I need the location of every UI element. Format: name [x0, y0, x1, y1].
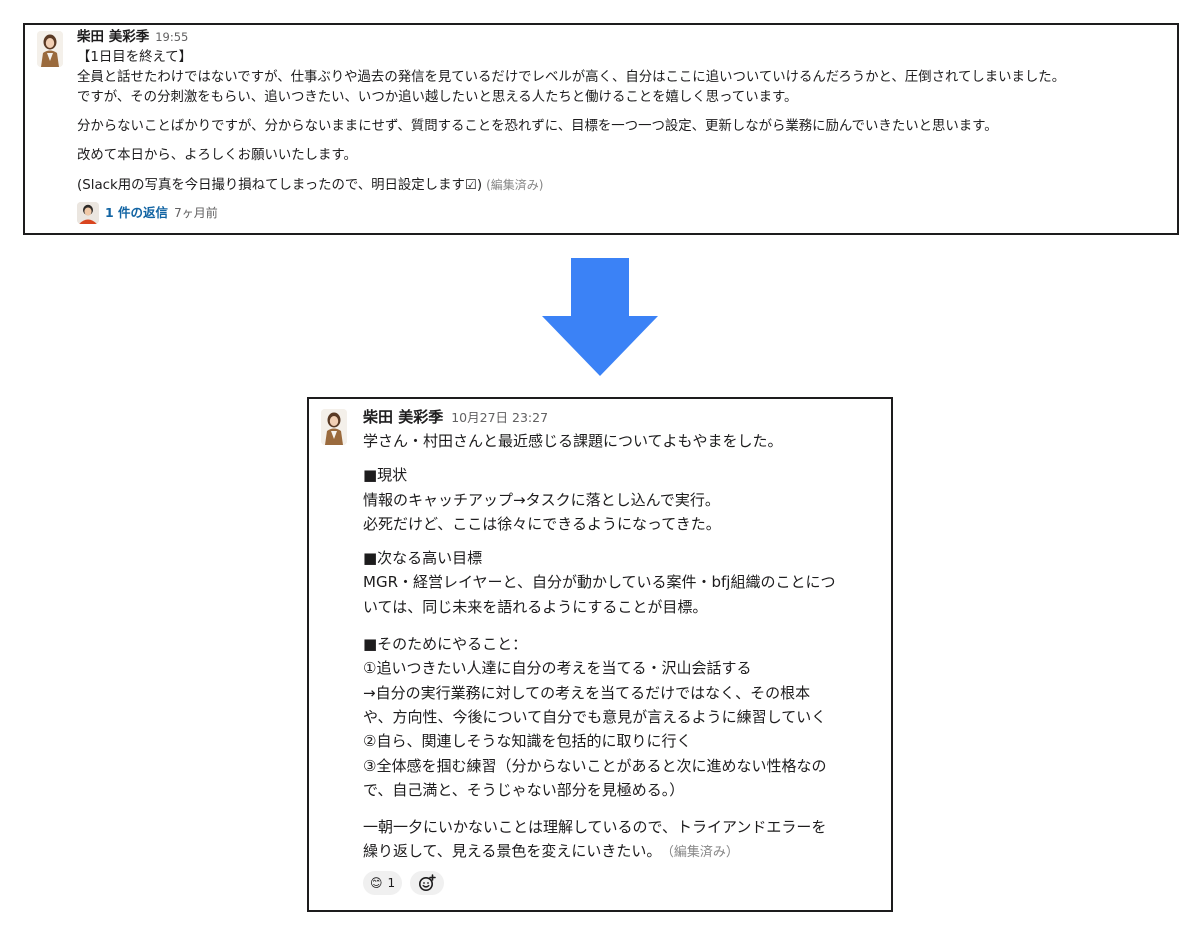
message-timestamp[interactable]: 10月27日 23:27 [451, 410, 548, 425]
message-card-2: 柴田 美彩季 10月27日 23:27 学さん・村田さんと最近感じる課題についてよ… [307, 397, 893, 912]
section-heading: ■次なる高い目標 [363, 549, 483, 568]
message-line: ②自ら、関連しそうな知識を包括的に取りに行く [363, 732, 692, 751]
reaction-smile[interactable]: 😊 1 [363, 870, 403, 895]
arrow-down-icon [542, 258, 658, 376]
last-reply-time: 7ヶ月前 [174, 206, 218, 220]
reply-count-link[interactable]: 1 件の返信 [105, 203, 168, 223]
author-name[interactable]: 柴田 美彩季 [77, 29, 149, 45]
message-paragraph: 分からないことばかりですが、分からないままにせず、質問することを恐れずに、目標を… [77, 119, 998, 134]
edited-label: （編集済み） [667, 845, 739, 861]
section-heading: ■そのためにやること： [363, 635, 528, 654]
message-line: 【1日目を終えて】 [77, 50, 192, 65]
smile-emoji-icon: 😊 [370, 875, 383, 890]
edited-label: (編集済み) [486, 178, 544, 192]
message-line: いては、同じ未来を語れるようにすることが目標。 [363, 597, 708, 616]
author-name[interactable]: 柴田 美彩季 [363, 408, 443, 426]
message-line: 必死だけど、ここは徐々にできるようになってきた。 [363, 514, 721, 533]
message-line: 一朝一夕にいかないことは理解しているので、トライアンドエラーを [363, 818, 827, 837]
author-avatar[interactable] [37, 31, 63, 67]
add-reaction-button[interactable] [410, 870, 445, 895]
section-heading: ■現状 [363, 466, 408, 485]
message-paragraph: (Slack用の写真を今日撮り損ねてしまったので、明日設定します☑) [77, 178, 483, 193]
message-line: →自分の実行業務に対しての考えを当てるだけではなく、その根本 [363, 683, 811, 702]
message-line: 全員と話せたわけではないですが、仕事ぶりや過去の発信を見ているだけでレベルが高く… [77, 70, 1066, 85]
author-avatar[interactable] [321, 409, 347, 445]
message-line: ①追いつきたい人達に自分の考えを当てる・沢山会話する [363, 659, 752, 678]
add-reaction-icon [419, 873, 436, 891]
message-paragraph: 改めて本日から、よろしくお願いいたします。 [77, 148, 357, 163]
message-line: や、方向性、今後について自分でも意見が言えるように練習していく [363, 707, 827, 726]
message-line: で、自己満と、そうじゃない部分を見極める。） [363, 780, 685, 799]
message-line: MGR・経営レイヤーと、自分が動かしている案件・bfj組織のことにつ [363, 573, 836, 592]
thread-replies[interactable]: 1 件の返信 7ヶ月前 [77, 201, 1173, 225]
message-card-1: 柴田 美彩季 19:55 【1日目を終えて】 全員と話せたわけではないですが、仕事… [23, 23, 1179, 235]
message-line: 情報のキャッチアップ→タスクに落とし込んで実行。 [363, 490, 720, 509]
reaction-count: 1 [387, 875, 396, 890]
message-line: ③全体感を掴む練習（分からないことがあると次に進めない性格なの [363, 756, 827, 775]
message-line: ですが、その分刺激をもらい、追いつきたい、いつか追い越したいと思える人たちと働け… [77, 90, 798, 105]
message-intro: 学さん・村田さんと最近感じる課題についてよもやまをした。 [363, 432, 783, 450]
message-line: 繰り返して、見える景色を変えにいきたい。 [363, 842, 662, 861]
message-timestamp[interactable]: 19:55 [155, 30, 188, 44]
reaction-bar: 😊 1 [363, 870, 885, 895]
reply-avatar [77, 202, 99, 224]
